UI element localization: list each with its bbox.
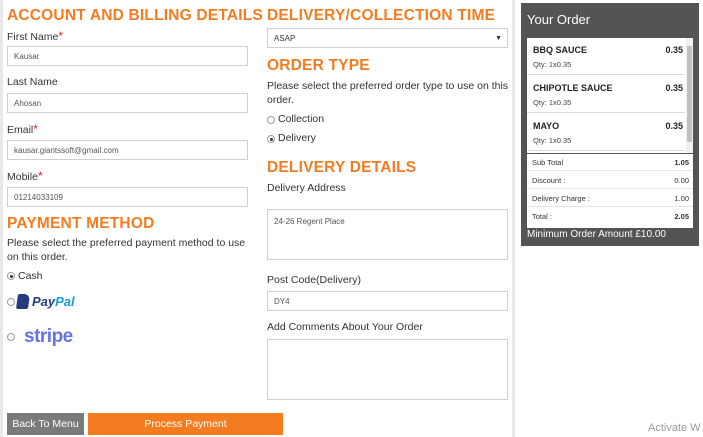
- stripe-radio[interactable]: [7, 333, 15, 341]
- payment-description: Please select the preferred payment meth…: [7, 237, 246, 263]
- first-name-label: First Name*: [7, 29, 64, 43]
- paypal-logo[interactable]: PayPal: [15, 294, 75, 309]
- back-to-menu-button[interactable]: Back To Menu: [7, 413, 84, 435]
- first-name-input[interactable]: Kausar: [7, 46, 248, 66]
- item-price: 0.35: [665, 121, 683, 131]
- email-input[interactable]: kausar.giantssoft@gmail.com: [7, 140, 248, 160]
- collection-radio[interactable]: [267, 116, 275, 124]
- cash-label: Cash: [18, 270, 43, 282]
- order-summary-panel: Your Order BBQ SAUCE Qty: 1x0.35 0.35 CH…: [521, 3, 699, 246]
- postcode-label: Post Code(Delivery): [267, 274, 361, 286]
- item-name: BBQ SAUCE: [533, 45, 588, 55]
- chevron-down-icon: ▼: [495, 35, 502, 42]
- order-totals: Sub Total 1.05 Discount :0.00 Delivery Ch…: [527, 154, 693, 228]
- item-name: MAYO: [533, 121, 560, 131]
- delivery-time-heading: DELIVERY/COLLECTION TIME: [267, 7, 496, 24]
- item-name: CHIPOTLE SAUCE: [533, 83, 613, 93]
- account-billing-heading: ACCOUNT AND BILLING DETAILS: [7, 7, 263, 24]
- minimum-order-text: Minimum Order Amount £10.00: [527, 229, 666, 240]
- item-qty: Qty: 1x0.35: [533, 136, 572, 145]
- email-label: Email*: [7, 122, 38, 136]
- order-items-list[interactable]: BBQ SAUCE Qty: 1x0.35 0.35 CHIPOTLE SAUC…: [527, 38, 693, 153]
- order-item: MAYO Qty: 1x0.35 0.35: [527, 114, 685, 151]
- process-payment-button[interactable]: Process Payment: [88, 413, 283, 435]
- item-qty: Qty: 1x0.35: [533, 98, 572, 107]
- scrollbar-thumb[interactable]: [687, 46, 692, 142]
- delivery-charge-row: Delivery Charge :1.00: [527, 190, 693, 207]
- last-name-label: Last Name: [7, 76, 58, 88]
- delivery-address-label: Delivery Address: [267, 182, 346, 194]
- activate-windows-watermark: Activate W: [648, 422, 701, 434]
- order-item: CHIPOTLE SAUCE Qty: 1x0.35 0.35: [527, 76, 685, 113]
- comments-input[interactable]: [267, 339, 508, 400]
- collection-label: Collection: [278, 113, 325, 125]
- delivery-address-input[interactable]: 24-26 Regent Place: [267, 209, 508, 260]
- paypal-radio[interactable]: [7, 298, 15, 306]
- order-type-heading: ORDER TYPE: [267, 57, 370, 74]
- paypal-icon: [15, 294, 31, 309]
- postcode-input[interactable]: DY4: [267, 291, 508, 311]
- stripe-logo[interactable]: stripe: [24, 326, 73, 348]
- delivery-radio[interactable]: [267, 135, 275, 143]
- order-type-description: Please select the preferred order type t…: [267, 80, 509, 106]
- payment-method-heading: PAYMENT METHOD: [7, 215, 155, 232]
- discount-row: Discount :0.00: [527, 172, 693, 189]
- item-price: 0.35: [665, 45, 683, 55]
- delivery-time-select[interactable]: ASAP ▼: [267, 28, 508, 48]
- delivery-time-value: ASAP: [274, 34, 296, 43]
- order-title: Your Order: [527, 12, 591, 27]
- item-price: 0.35: [665, 83, 683, 93]
- subtotal-row: Sub Total 1.05: [527, 154, 693, 171]
- delivery-label: Delivery: [278, 132, 316, 144]
- delivery-details-heading: DELIVERY DETAILS: [267, 159, 417, 176]
- item-qty: Qty: 1x0.35: [533, 60, 572, 69]
- mobile-input[interactable]: 01214033109: [7, 187, 248, 207]
- cash-radio[interactable]: [7, 272, 15, 280]
- last-name-input[interactable]: Ahosan: [7, 93, 248, 113]
- order-items-scrollbar[interactable]: [686, 38, 693, 153]
- order-item: BBQ SAUCE Qty: 1x0.35 0.35: [527, 38, 685, 75]
- mobile-label: Mobile*: [7, 169, 43, 183]
- total-row: Total :2.05: [532, 212, 689, 221]
- comments-label: Add Comments About Your Order: [267, 321, 423, 333]
